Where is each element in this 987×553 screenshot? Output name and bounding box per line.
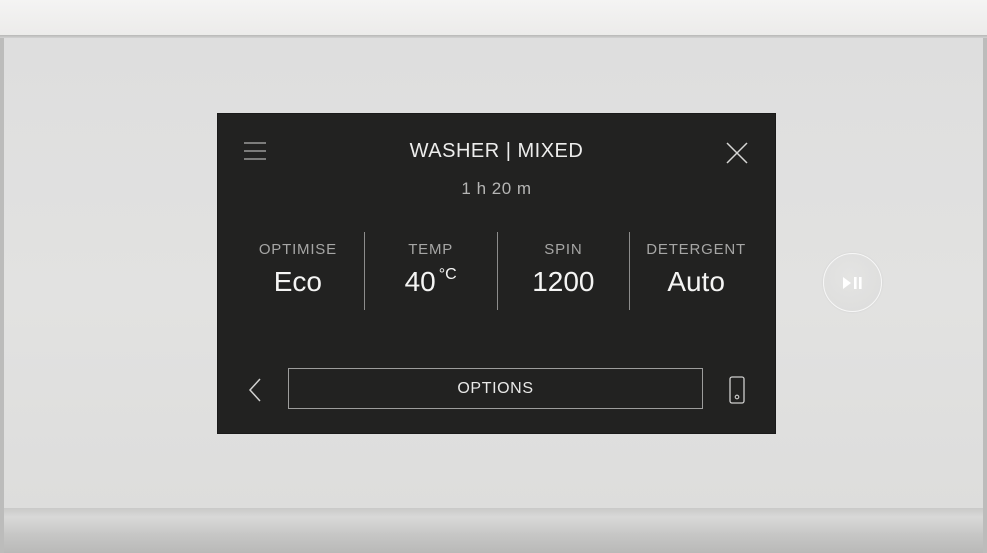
- panel-left-frame: [0, 38, 4, 553]
- setting-value-number: Eco: [273, 266, 322, 297]
- setting-label: OPTIMISE: [258, 241, 337, 258]
- panel-right-frame: [983, 38, 987, 553]
- play-pause-button[interactable]: [823, 253, 882, 312]
- setting-detergent[interactable]: DETERGENT Auto: [629, 232, 762, 310]
- setting-label: SPIN: [544, 241, 583, 258]
- phone-icon[interactable]: [729, 376, 745, 404]
- setting-label: DETERGENT: [646, 241, 746, 258]
- setting-value-number: 40: [404, 266, 436, 297]
- setting-value-number: 1200: [532, 266, 595, 297]
- setting-value: 1200: [498, 266, 630, 298]
- program-duration: 1 h 20 m: [461, 179, 532, 198]
- setting-value: Auto: [630, 266, 762, 298]
- setting-optimise[interactable]: OPTIMISE Eco: [232, 232, 364, 310]
- setting-value: 40 °C: [365, 266, 497, 298]
- setting-temp[interactable]: TEMP 40 °C: [363, 232, 497, 310]
- temperature-unit: °C: [438, 266, 457, 283]
- program-title: WASHER | MIXED: [409, 140, 584, 162]
- appliance-bottom-edge: [0, 508, 987, 553]
- chevron-left-icon[interactable]: [248, 377, 262, 403]
- program-settings: OPTIMISE Eco TEMP 40 °C SPIN 1200 DETERGE…: [232, 232, 762, 310]
- play-pause-icon: [843, 277, 862, 289]
- touch-display: WASHER | MIXED 1 h 20 m OPTIMISE Eco TEM…: [218, 114, 775, 433]
- setting-value-number: Auto: [667, 266, 725, 297]
- setting-label: TEMP: [408, 241, 454, 258]
- options-button[interactable]: OPTIONS: [288, 368, 703, 409]
- setting-value: Eco: [232, 266, 364, 298]
- setting-spin[interactable]: SPIN 1200: [496, 232, 630, 310]
- close-icon[interactable]: [725, 141, 749, 165]
- appliance-top-surface: [0, 0, 987, 36]
